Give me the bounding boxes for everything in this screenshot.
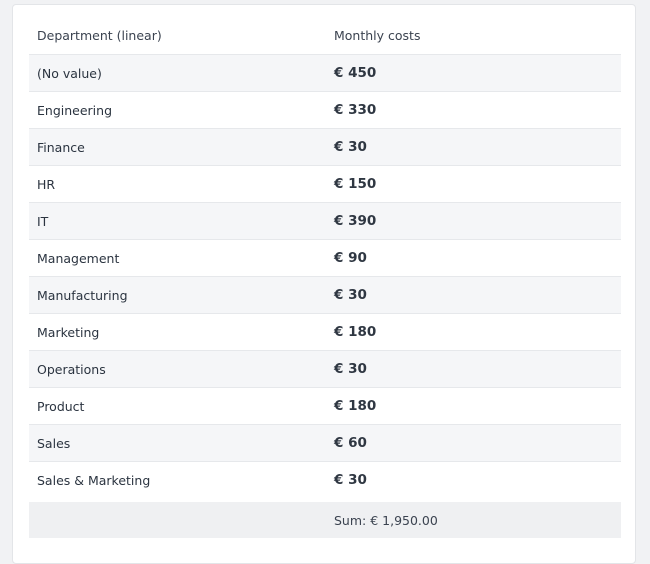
cost-cell: € 180 bbox=[326, 387, 621, 425]
table-row[interactable]: Manufacturing € 30 bbox=[29, 276, 621, 314]
department-cell: Sales & Marketing bbox=[29, 461, 326, 501]
cost-cell: € 30 bbox=[326, 128, 621, 166]
department-cell: Engineering bbox=[29, 91, 326, 129]
department-cell: Finance bbox=[29, 128, 326, 166]
table-row[interactable]: (No value) € 450 bbox=[29, 54, 621, 92]
department-cell: Manufacturing bbox=[29, 276, 326, 314]
department-cell: Management bbox=[29, 239, 326, 277]
table-footer-row: Sum: € 1,950.00 bbox=[29, 498, 621, 538]
department-cell: Operations bbox=[29, 350, 326, 388]
cost-cell: € 30 bbox=[326, 350, 621, 388]
department-cell: Marketing bbox=[29, 313, 326, 351]
sum-cell: Sum: € 1,950.00 bbox=[326, 498, 621, 538]
column-header-monthly-costs[interactable]: Monthly costs bbox=[326, 17, 621, 55]
cost-cell: € 30 bbox=[326, 461, 621, 501]
department-cell: HR bbox=[29, 165, 326, 203]
cost-cell: € 330 bbox=[326, 91, 621, 129]
cost-cell: € 60 bbox=[326, 424, 621, 462]
footer-label-cell bbox=[29, 498, 326, 538]
table-row[interactable]: Operations € 30 bbox=[29, 350, 621, 388]
cost-cell: € 90 bbox=[326, 239, 621, 277]
table-row[interactable]: Finance € 30 bbox=[29, 128, 621, 166]
cost-cell: € 180 bbox=[326, 313, 621, 351]
cost-cell: € 390 bbox=[326, 202, 621, 240]
cost-cell: € 150 bbox=[326, 165, 621, 203]
column-header-department[interactable]: Department (linear) bbox=[29, 17, 326, 55]
table-row[interactable]: Product € 180 bbox=[29, 387, 621, 425]
table-row[interactable]: Sales & Marketing € 30 bbox=[29, 461, 621, 501]
cost-cell: € 450 bbox=[326, 54, 621, 92]
cost-cell: € 30 bbox=[326, 276, 621, 314]
department-cell: (No value) bbox=[29, 54, 326, 92]
table-row[interactable]: Management € 90 bbox=[29, 239, 621, 277]
table-row[interactable]: Marketing € 180 bbox=[29, 313, 621, 351]
cost-table: Department (linear) Monthly costs (No va… bbox=[29, 17, 621, 538]
table-row[interactable]: IT € 390 bbox=[29, 202, 621, 240]
table-header-row: Department (linear) Monthly costs bbox=[29, 17, 621, 55]
department-cell: Sales bbox=[29, 424, 326, 462]
report-card: Department (linear) Monthly costs (No va… bbox=[12, 4, 636, 564]
department-cell: Product bbox=[29, 387, 326, 425]
table-row[interactable]: HR € 150 bbox=[29, 165, 621, 203]
table-row[interactable]: Sales € 60 bbox=[29, 424, 621, 462]
table-row[interactable]: Engineering € 330 bbox=[29, 91, 621, 129]
department-cell: IT bbox=[29, 202, 326, 240]
